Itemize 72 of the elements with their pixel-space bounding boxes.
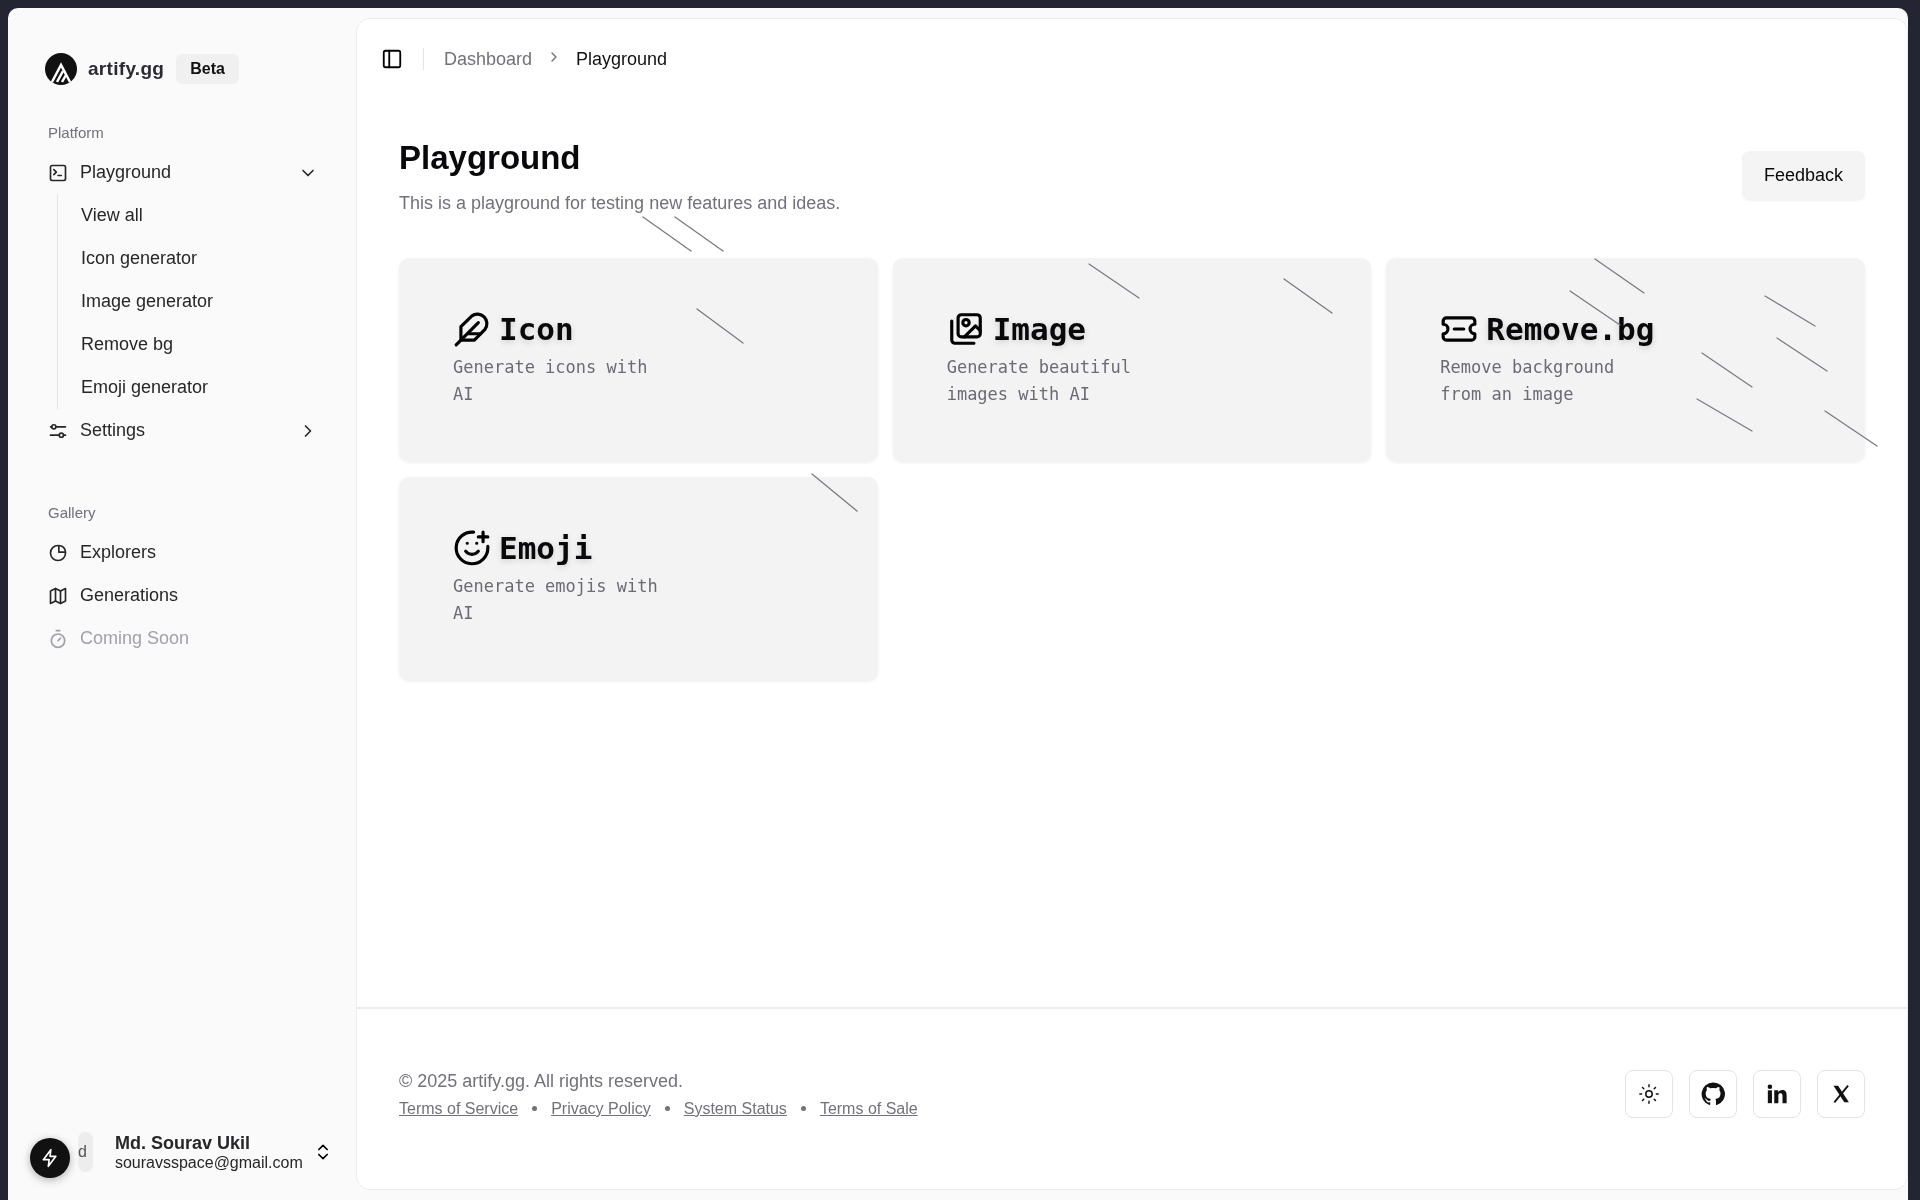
meteor-streak: [1594, 258, 1645, 294]
user-avatar: d: [78, 1132, 93, 1172]
sidebar-subitem[interactable]: Image generator: [75, 280, 326, 323]
x-icon: [1831, 1084, 1851, 1104]
page-subtitle: This is a playground for testing new features and ideas.: [399, 193, 841, 214]
separator-dot: [800, 1106, 806, 1111]
github-icon: [1701, 1082, 1725, 1106]
card-description: Generate icons with AI: [453, 356, 649, 406]
breadcrumb-link[interactable]: Dashboard: [444, 48, 533, 70]
meteor-streak: [1088, 263, 1140, 299]
meteor-streak: [811, 473, 858, 512]
beta-badge: Beta: [176, 54, 239, 84]
page-title: Playground: [399, 139, 582, 177]
logo-icon: [44, 52, 78, 86]
sidebar-subitem[interactable]: Icon generator: [75, 237, 326, 280]
section-label: Gallery: [48, 504, 97, 521]
meteor-streak: [1283, 278, 1333, 314]
card-title: Emoji: [499, 530, 593, 566]
meteor-streak: [1701, 352, 1753, 388]
sun-icon: [1638, 1083, 1660, 1105]
separator-dot: [664, 1106, 670, 1111]
meteor-streak: [1776, 337, 1828, 372]
feedback-button[interactable]: Feedback: [1741, 151, 1865, 200]
card-title: Remove.bg: [1486, 311, 1655, 347]
meteor-streak: [1824, 410, 1878, 447]
user-email: souravsspace@gmail.com: [114, 1153, 303, 1172]
card-title: Image: [992, 311, 1086, 347]
timer-icon: [48, 628, 68, 649]
meteor-streak: [674, 216, 724, 252]
card-description: Generate emojis with AI: [453, 575, 658, 625]
feature-card[interactable]: Remove.bg Remove background from an image: [1386, 258, 1865, 462]
dev-tools-button[interactable]: [30, 1138, 70, 1178]
sidebar-item[interactable]: Generations: [40, 574, 326, 617]
sidebar-toggle-button[interactable]: [381, 48, 403, 70]
card-description: Remove background from an image: [1440, 356, 1616, 406]
card-description: Generate beautiful images with AI: [946, 356, 1132, 406]
card-title: Icon: [499, 311, 574, 347]
sidebar-subitem[interactable]: View all: [75, 194, 326, 237]
sidebar-subitem[interactable]: Remove bg: [75, 323, 326, 366]
x-button[interactable]: [1817, 1070, 1865, 1118]
footer-link[interactable]: System Status: [683, 1099, 787, 1118]
sidebar-item[interactable]: Settings: [40, 409, 326, 452]
sidebar-subitem[interactable]: Emoji generator: [75, 366, 326, 409]
terminal-icon: [48, 162, 68, 183]
footer-link[interactable]: Terms of Service: [399, 1099, 519, 1118]
meteor-streak: [1764, 295, 1816, 327]
lightning-icon: [40, 1148, 60, 1168]
feature-card[interactable]: Icon Generate icons with AI: [399, 258, 878, 462]
map-icon: [48, 585, 68, 606]
github-button[interactable]: [1689, 1070, 1737, 1118]
footer-link[interactable]: Terms of Sale: [819, 1099, 918, 1118]
meteor-streak: [696, 308, 744, 344]
meteor-streak: [1696, 398, 1753, 432]
feature-card[interactable]: Emoji Generate emojis with AI: [399, 477, 878, 681]
section-label: Platform: [48, 124, 105, 141]
pie-chart-icon: [48, 542, 68, 563]
meteor-streak: [642, 216, 692, 252]
breadcrumb-link[interactable]: Playground: [576, 48, 668, 70]
smile-plus-icon: [453, 529, 491, 567]
linkedin-icon: [1766, 1083, 1788, 1105]
copyright-text: © 2025 artify.gg. All rights reserved.: [399, 1070, 685, 1092]
theme-toggle-button[interactable]: [1625, 1070, 1673, 1118]
feature-card[interactable]: Image Generate beautiful images with AI: [892, 258, 1372, 462]
feather-icon: [453, 310, 491, 348]
panel-icon: [381, 48, 403, 70]
footer-link[interactable]: Privacy Policy: [551, 1099, 651, 1118]
sidebar-item[interactable]: Explorers: [40, 531, 326, 574]
separator-dot: [532, 1106, 538, 1111]
linkedin-button[interactable]: [1753, 1070, 1801, 1118]
brand-name: artify.gg: [88, 58, 165, 80]
user-name: Md. Sourav Ukil: [114, 1132, 251, 1154]
sidebar-item[interactable]: Playground: [40, 151, 326, 194]
